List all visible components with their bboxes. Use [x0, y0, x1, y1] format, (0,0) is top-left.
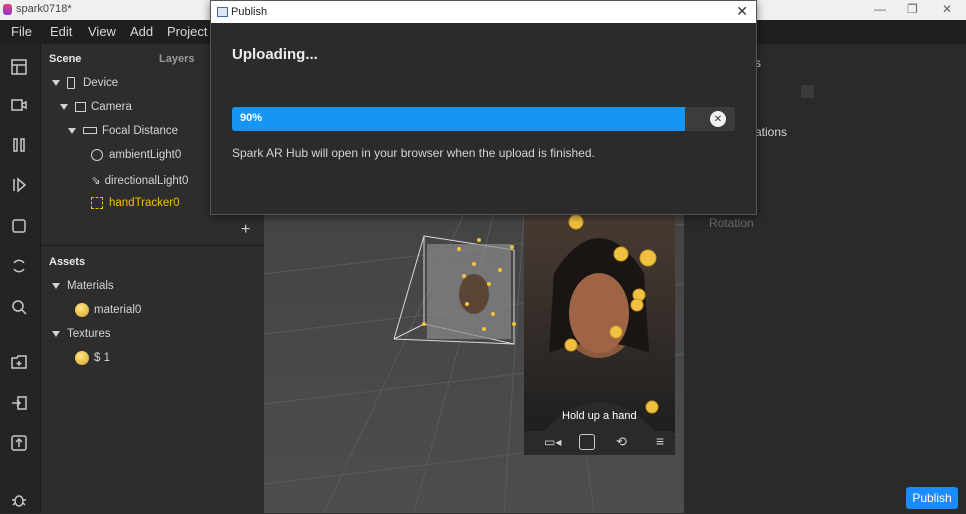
tree-item-label: handTracker0	[109, 197, 180, 210]
publish-button[interactable]: Publish	[906, 487, 958, 509]
expand-arrow-icon[interactable]	[68, 127, 76, 134]
rotation-label: Rotation	[709, 216, 754, 230]
upload-heading: Uploading...	[232, 46, 318, 63]
tree-item-camera[interactable]: Camera	[60, 101, 132, 113]
simulator-preview: Hold up a hand ▭◂ ⟲ ≡	[524, 213, 675, 455]
video-camera-icon[interactable]	[8, 94, 30, 116]
publish-dialog: Publish ✕ Uploading... 90% ✕ Spark AR Hu…	[210, 0, 757, 215]
progress-fill	[232, 107, 685, 131]
maximize-icon[interactable]: ❐	[907, 2, 918, 16]
add-object-button[interactable]: +	[241, 221, 250, 239]
left-toolbar	[0, 44, 41, 513]
tree-item-directional-light[interactable]: ⇘ directionalLight0	[91, 173, 188, 187]
menu-view[interactable]: View	[88, 24, 116, 39]
close-window-icon[interactable]: ✕	[942, 2, 952, 16]
tab-layers[interactable]: Layers	[159, 53, 194, 65]
menu-file[interactable]: File	[11, 24, 32, 39]
refresh-icon[interactable]	[8, 255, 30, 277]
simulator-camera-feed: Hold up a hand	[524, 213, 675, 431]
rotate-device-icon[interactable]: ⟲	[616, 434, 627, 450]
tree-item-label: Device	[83, 77, 119, 90]
upload-note: Spark AR Hub will open in your browser w…	[232, 146, 595, 160]
tree-item-ambient-light[interactable]: ambientLight0	[91, 149, 181, 161]
stop-icon[interactable]	[8, 215, 30, 237]
tab-scene[interactable]: Scene	[49, 53, 81, 65]
tree-item-label: ambientLight0	[109, 149, 182, 162]
dialog-close-icon[interactable]: ✕	[736, 3, 748, 20]
menu-project[interactable]: Project	[167, 24, 207, 39]
tree-item-hand-tracker[interactable]: handTracker0	[91, 197, 180, 209]
group-label: Textures	[67, 328, 111, 340]
menu-icon[interactable]: ≡	[656, 433, 664, 449]
texture-thumbnail-icon	[75, 351, 89, 365]
assets-group-materials[interactable]: Materials	[52, 280, 114, 292]
import-icon[interactable]	[8, 392, 30, 414]
asset-item[interactable]: material0	[75, 303, 141, 317]
window-title: spark0718*	[16, 3, 72, 15]
dialog-window-icon	[217, 7, 228, 17]
tree-item-device[interactable]: Device	[52, 77, 118, 89]
group-label: Materials	[67, 280, 114, 292]
add-folder-icon[interactable]	[8, 351, 30, 373]
tree-item-label: Camera	[91, 101, 132, 113]
tree-item-label: Focal Distance	[102, 125, 179, 137]
tree-item-focal-distance[interactable]: Focal Distance	[68, 125, 178, 137]
upload-icon[interactable]	[8, 432, 30, 454]
expand-arrow-icon[interactable]	[60, 103, 68, 110]
menu-add[interactable]: Add	[130, 24, 153, 39]
play-step-icon[interactable]	[8, 174, 30, 196]
simulator-toolbar: ▭◂ ⟲ ≡	[524, 431, 675, 455]
layout-icon[interactable]	[8, 56, 30, 78]
expand-arrow-icon[interactable]	[52, 330, 60, 337]
camera-icon	[75, 101, 86, 112]
spark-logo-icon	[3, 4, 12, 15]
search-icon[interactable]	[8, 296, 30, 318]
animations-heading-partial: ations	[755, 125, 788, 139]
progress-label: 90%	[240, 112, 263, 124]
asset-label: material0	[94, 304, 142, 317]
visibility-checkbox[interactable]	[801, 85, 814, 98]
cancel-upload-icon[interactable]: ✕	[710, 111, 726, 127]
minimize-icon[interactable]: —	[874, 2, 886, 16]
hand-tracker-icon	[91, 197, 103, 209]
dialog-title: Publish	[231, 6, 268, 18]
asset-label: $ 1	[94, 352, 110, 365]
material-thumbnail-icon	[75, 303, 89, 317]
menu-edit[interactable]: Edit	[50, 24, 72, 39]
expand-arrow-icon[interactable]	[52, 80, 60, 86]
directional-light-icon: ⇘	[91, 175, 101, 187]
expand-arrow-icon[interactable]	[52, 282, 60, 289]
globe-icon	[91, 149, 103, 161]
upload-progress-bar: 90%	[232, 107, 735, 131]
bug-icon[interactable]	[8, 489, 30, 511]
simulator-caption: Hold up a hand	[562, 410, 637, 422]
asset-item[interactable]: $ 1	[75, 351, 110, 365]
tree-item-label: directionalLight0	[104, 175, 189, 187]
pause-icon[interactable]	[8, 134, 30, 156]
camera-switch-icon[interactable]	[579, 434, 595, 450]
device-icon	[67, 77, 75, 89]
assets-panel: Assets Materials material0 Textures $ 1	[41, 245, 263, 514]
assets-group-textures[interactable]: Textures	[52, 328, 110, 340]
focal-distance-icon	[83, 127, 97, 135]
assets-title: Assets	[49, 256, 86, 268]
dialog-title-bar: Publish ✕	[211, 1, 756, 23]
video-record-icon[interactable]: ▭◂	[544, 435, 561, 449]
